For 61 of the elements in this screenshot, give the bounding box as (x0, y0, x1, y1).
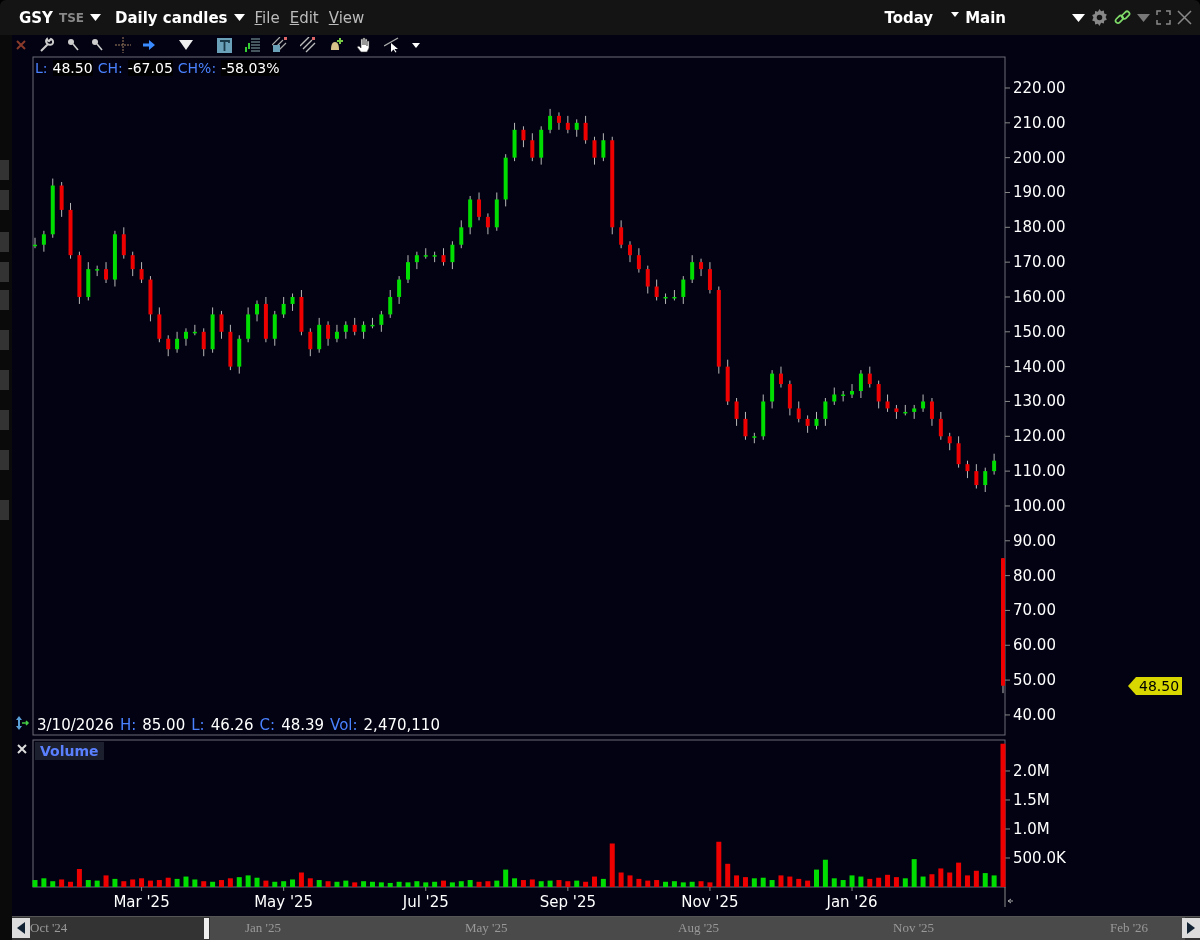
axis-label: Jul '25 (402, 893, 449, 911)
legend-value: -58.03% (221, 60, 280, 76)
navigator-label: Jan '25 (245, 920, 281, 936)
symbol-label[interactable]: GSY (19, 8, 53, 27)
axis-label: 80.00 (1013, 566, 1056, 585)
legend-label: C: (259, 716, 276, 734)
axis-label: 70.00 (1013, 601, 1056, 620)
navigator-label: Nov '25 (893, 920, 934, 936)
legend-value: 85.00 (142, 716, 186, 734)
axis-label: 40.00 (1013, 705, 1056, 724)
axis-label: 170.00 (1013, 253, 1066, 272)
axis-label: May '25 (254, 893, 314, 911)
exchange-label[interactable]: TSE (59, 10, 84, 25)
axis-label: 150.00 (1013, 322, 1066, 341)
bar-type-dropdown[interactable]: Daily candles (115, 8, 228, 27)
axis-label: 220.00 (1013, 79, 1066, 97)
pane-title: Volume (35, 742, 104, 760)
navigator-label: Feb '26 (1110, 920, 1149, 936)
axis-label: 60.00 (1013, 636, 1056, 655)
navigator-label: May '25 (465, 920, 508, 936)
navigator-label: Aug '25 (678, 920, 719, 936)
bar-date: 3/10/2026 (37, 716, 114, 734)
axis-label: 210.00 (1013, 113, 1066, 132)
axis-label: 140.00 (1013, 357, 1066, 376)
axis-label: Sep '25 (539, 893, 596, 911)
legend-label: L: (35, 60, 48, 76)
axis-label: 120.00 (1013, 427, 1066, 446)
menu-item[interactable]: File (254, 8, 280, 27)
axis-label: 1.5M (1013, 791, 1050, 809)
axis-label: Mar '25 (113, 893, 170, 911)
legend-value: -67.05 (127, 60, 173, 76)
axis-label: 160.00 (1013, 288, 1066, 306)
navigator-label: Oct '24 (30, 920, 68, 936)
axis-label: 180.00 (1013, 218, 1066, 237)
legend-value: 46.26 (210, 716, 254, 734)
axis-label: 190.00 (1013, 183, 1066, 202)
axis-label: 1.0M (1013, 820, 1050, 838)
menu-item[interactable]: View (328, 8, 365, 27)
axis-label: Jan '26 (826, 893, 878, 911)
axis-label: Nov '25 (681, 893, 739, 911)
axis-label: 500.0K (1013, 849, 1066, 867)
axis-label: 110.00 (1013, 462, 1066, 481)
axis-label: 100.00 (1013, 496, 1066, 515)
period-label[interactable]: Today (884, 8, 934, 27)
legend-label: CH%: (177, 60, 217, 76)
legend-label: Vol: (330, 716, 358, 734)
axis-label: 90.00 (1013, 531, 1056, 550)
legend-value: 48.39 (281, 716, 325, 734)
legend-value: 2,470,110 (363, 716, 440, 734)
axis-label: 130.00 (1013, 392, 1066, 411)
last-price-tag: 48.50 (1128, 677, 1183, 695)
axis-label: 50.00 (1013, 671, 1056, 690)
menu-item[interactable]: Edit (289, 8, 319, 27)
legend-label: CH: (97, 60, 123, 76)
legend-label: H: (119, 716, 137, 734)
axis-label: 200.00 (1013, 148, 1066, 167)
time-navigator[interactable]: Oct '24 Jan '25 May '25 Aug '25 Nov '25 Feb '26 (12, 916, 1200, 940)
axis-label: 2.0M (1013, 762, 1050, 780)
layout-label[interactable]: Main (965, 8, 1006, 27)
legend-value: 48.50 (52, 60, 93, 76)
legend-label: L: (191, 716, 205, 734)
